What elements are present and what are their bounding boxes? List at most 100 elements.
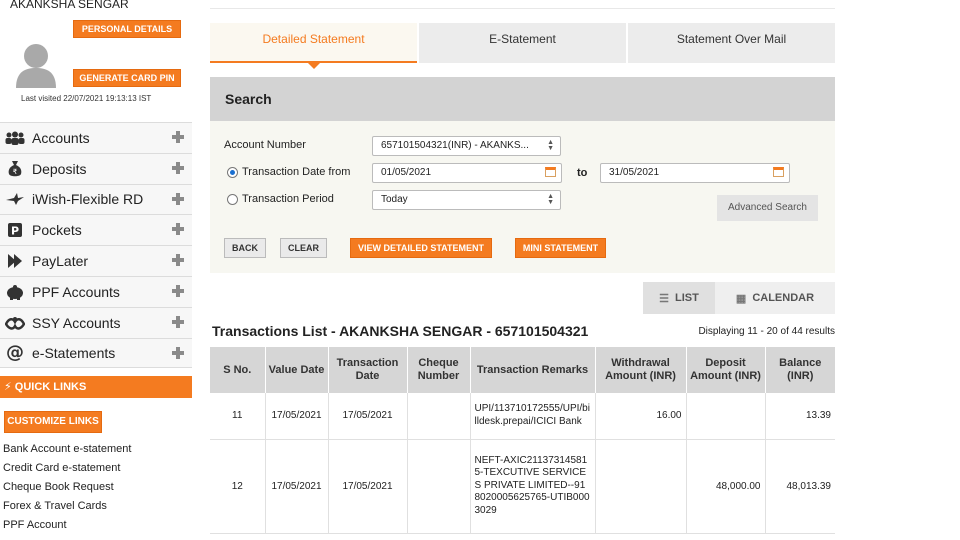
account-number-value: 657101504321(INR) - AKANKS... bbox=[381, 140, 529, 151]
calendar-icon[interactable] bbox=[773, 167, 784, 177]
view-detailed-statement-button[interactable]: VIEW DETAILED STATEMENT bbox=[350, 238, 492, 258]
expand-plus-icon[interactable] bbox=[172, 346, 184, 359]
avatar bbox=[16, 44, 56, 88]
ssy-icon bbox=[3, 313, 27, 333]
calendar-view-button[interactable]: ▦ CALENDAR bbox=[715, 282, 835, 314]
transactions-title: Transactions List - AKANKSHA SENGAR - 65… bbox=[212, 323, 589, 339]
period-radio[interactable] bbox=[227, 194, 238, 205]
sidebar-item-paylater[interactable]: PayLater bbox=[0, 245, 192, 276]
sidebar-item-deposits[interactable]: ₹ Deposits bbox=[0, 152, 192, 184]
sidebar-item-accounts[interactable]: Accounts bbox=[0, 122, 192, 153]
select-arrows-icon: ▲ ▼ bbox=[547, 193, 554, 206]
transactions-table: S No. Value Date Transaction Date Cheque… bbox=[210, 347, 835, 534]
quick-link[interactable]: PPF Account bbox=[3, 519, 131, 538]
column-header: Transaction Remarks bbox=[470, 347, 596, 393]
to-label: to bbox=[577, 167, 588, 179]
cell-withdrawal bbox=[595, 439, 687, 534]
column-header: Balance (INR) bbox=[765, 347, 835, 393]
cell-cheque bbox=[407, 393, 471, 440]
date-to-value: 31/05/2021 bbox=[609, 167, 660, 178]
clear-button[interactable]: CLEAR bbox=[280, 238, 327, 258]
expand-plus-icon[interactable] bbox=[172, 131, 184, 143]
list-view-label: LIST bbox=[675, 292, 699, 304]
expand-plus-icon[interactable] bbox=[172, 254, 184, 267]
cell-balance: 48,013.39 bbox=[765, 439, 835, 534]
sidebar-item-label: e-Statements bbox=[32, 344, 116, 361]
quick-links-header: ⚡ QUICK LINKS bbox=[0, 376, 192, 398]
quick-link[interactable]: Forex & Travel Cards bbox=[3, 500, 131, 519]
quick-link[interactable]: Cheque Book Request bbox=[3, 481, 131, 500]
sidebar-item-pockets[interactable]: P Pockets bbox=[0, 214, 192, 246]
estatements-icon: @ bbox=[6, 342, 24, 364]
period-label: Transaction Period bbox=[242, 193, 334, 205]
date-from-label: Transaction Date from bbox=[242, 166, 351, 178]
tab-detailed-statement[interactable]: Detailed Statement bbox=[210, 23, 417, 69]
expand-plus-icon[interactable] bbox=[172, 284, 184, 297]
sidebar-item-ssy[interactable]: SSY Accounts bbox=[0, 306, 192, 338]
table-row: 11 17/05/2021 17/05/2021 UPI/11371017255… bbox=[210, 393, 835, 440]
customize-links-button[interactable]: CUSTOMIZE LINKS bbox=[4, 411, 102, 433]
expand-plus-icon[interactable] bbox=[172, 315, 184, 328]
expand-plus-icon[interactable] bbox=[172, 223, 184, 236]
back-button[interactable]: BACK bbox=[224, 238, 266, 258]
sidebar-item-iwish[interactable]: iWish-Flexible RD bbox=[0, 183, 192, 215]
sidebar-item-label: PPF Accounts bbox=[32, 283, 120, 300]
date-from-input[interactable]: 01/05/2021 bbox=[372, 163, 562, 183]
pockets-icon: P bbox=[3, 220, 27, 240]
date-range-radio[interactable] bbox=[227, 167, 238, 178]
sidebar-item-label: iWish-Flexible RD bbox=[32, 191, 144, 208]
quick-links-list: Bank Account e-statement Credit Card e-s… bbox=[3, 443, 131, 538]
cell-remarks: NEFT-AXIC211373145815-TEXCUTIVE SERVICES… bbox=[470, 439, 596, 534]
mini-statement-button[interactable]: MINI STATEMENT bbox=[515, 238, 606, 258]
last-visited-text: Last visited 22/07/2021 19:13:13 IST bbox=[21, 94, 152, 103]
sidebar-menu: Accounts ₹ Deposits iWish-Flexible RD P … bbox=[0, 122, 192, 369]
svg-text:P: P bbox=[11, 225, 19, 238]
cell-sno: 11 bbox=[210, 393, 266, 440]
calendar-icon[interactable] bbox=[545, 167, 556, 177]
cell-deposit bbox=[686, 393, 766, 440]
sidebar-item-ppf[interactable]: PPF Accounts bbox=[0, 275, 192, 307]
date-to-input[interactable]: 31/05/2021 bbox=[600, 163, 790, 183]
account-number-select[interactable]: 657101504321(INR) - AKANKS... ▲ ▼ bbox=[372, 136, 561, 156]
view-toggle: ☰ LIST ▦ CALENDAR bbox=[643, 282, 835, 314]
expand-plus-icon[interactable] bbox=[172, 192, 184, 205]
sidebar-item-label: Accounts bbox=[32, 129, 90, 146]
table-row: 12 17/05/2021 17/05/2021 NEFT-AXIC211373… bbox=[210, 439, 835, 534]
list-view-button[interactable]: ☰ LIST bbox=[643, 282, 715, 314]
sidebar-item-estatements[interactable]: @ e-Statements bbox=[0, 337, 192, 369]
cell-deposit: 48,000.00 bbox=[686, 439, 766, 534]
calendar-icon: ▦ bbox=[735, 292, 747, 305]
column-header: Transaction Date bbox=[328, 347, 408, 393]
divider bbox=[210, 8, 835, 9]
quick-link[interactable]: Bank Account e-statement bbox=[3, 443, 131, 462]
date-from-value: 01/05/2021 bbox=[381, 167, 432, 178]
cell-value-date: 17/05/2021 bbox=[265, 393, 329, 440]
iwish-icon bbox=[3, 189, 27, 209]
tab-e-statement[interactable]: E-Statement bbox=[419, 23, 626, 63]
column-header: Deposit Amount (INR) bbox=[686, 347, 766, 393]
svg-text:₹: ₹ bbox=[13, 168, 18, 176]
statement-tabs: Detailed Statement E-Statement Statement… bbox=[210, 23, 835, 69]
tab-statement-over-mail[interactable]: Statement Over Mail bbox=[628, 23, 835, 63]
personal-details-button[interactable]: PERSONAL DETAILS bbox=[73, 20, 181, 38]
period-value: Today bbox=[381, 194, 408, 205]
calendar-view-label: CALENDAR bbox=[752, 292, 815, 304]
quick-links-title: QUICK LINKS bbox=[14, 381, 87, 393]
table-header-row: S No. Value Date Transaction Date Cheque… bbox=[210, 347, 835, 393]
expand-plus-icon[interactable] bbox=[172, 161, 184, 174]
sidebar: AKANKSHA SENGAR PERSONAL DETAILS GENERAT… bbox=[0, 0, 192, 540]
account-number-label: Account Number bbox=[224, 139, 306, 151]
generate-card-pin-button[interactable]: GENERATE CARD PIN bbox=[73, 69, 181, 87]
lightning-icon: ⚡ bbox=[4, 380, 12, 393]
accounts-icon bbox=[3, 128, 27, 148]
column-header: S No. bbox=[210, 347, 266, 393]
search-title: Search bbox=[210, 77, 835, 121]
cell-balance: 13.39 bbox=[765, 393, 835, 440]
advanced-search-button[interactable]: Advanced Search bbox=[717, 195, 818, 221]
cell-txn-date: 17/05/2021 bbox=[328, 393, 408, 440]
sidebar-item-label: PayLater bbox=[32, 253, 89, 270]
column-header: Withdrawal Amount (INR) bbox=[595, 347, 687, 393]
cell-cheque bbox=[407, 439, 471, 534]
quick-link[interactable]: Credit Card e-statement bbox=[3, 462, 131, 481]
period-select[interactable]: Today ▲ ▼ bbox=[372, 190, 561, 210]
